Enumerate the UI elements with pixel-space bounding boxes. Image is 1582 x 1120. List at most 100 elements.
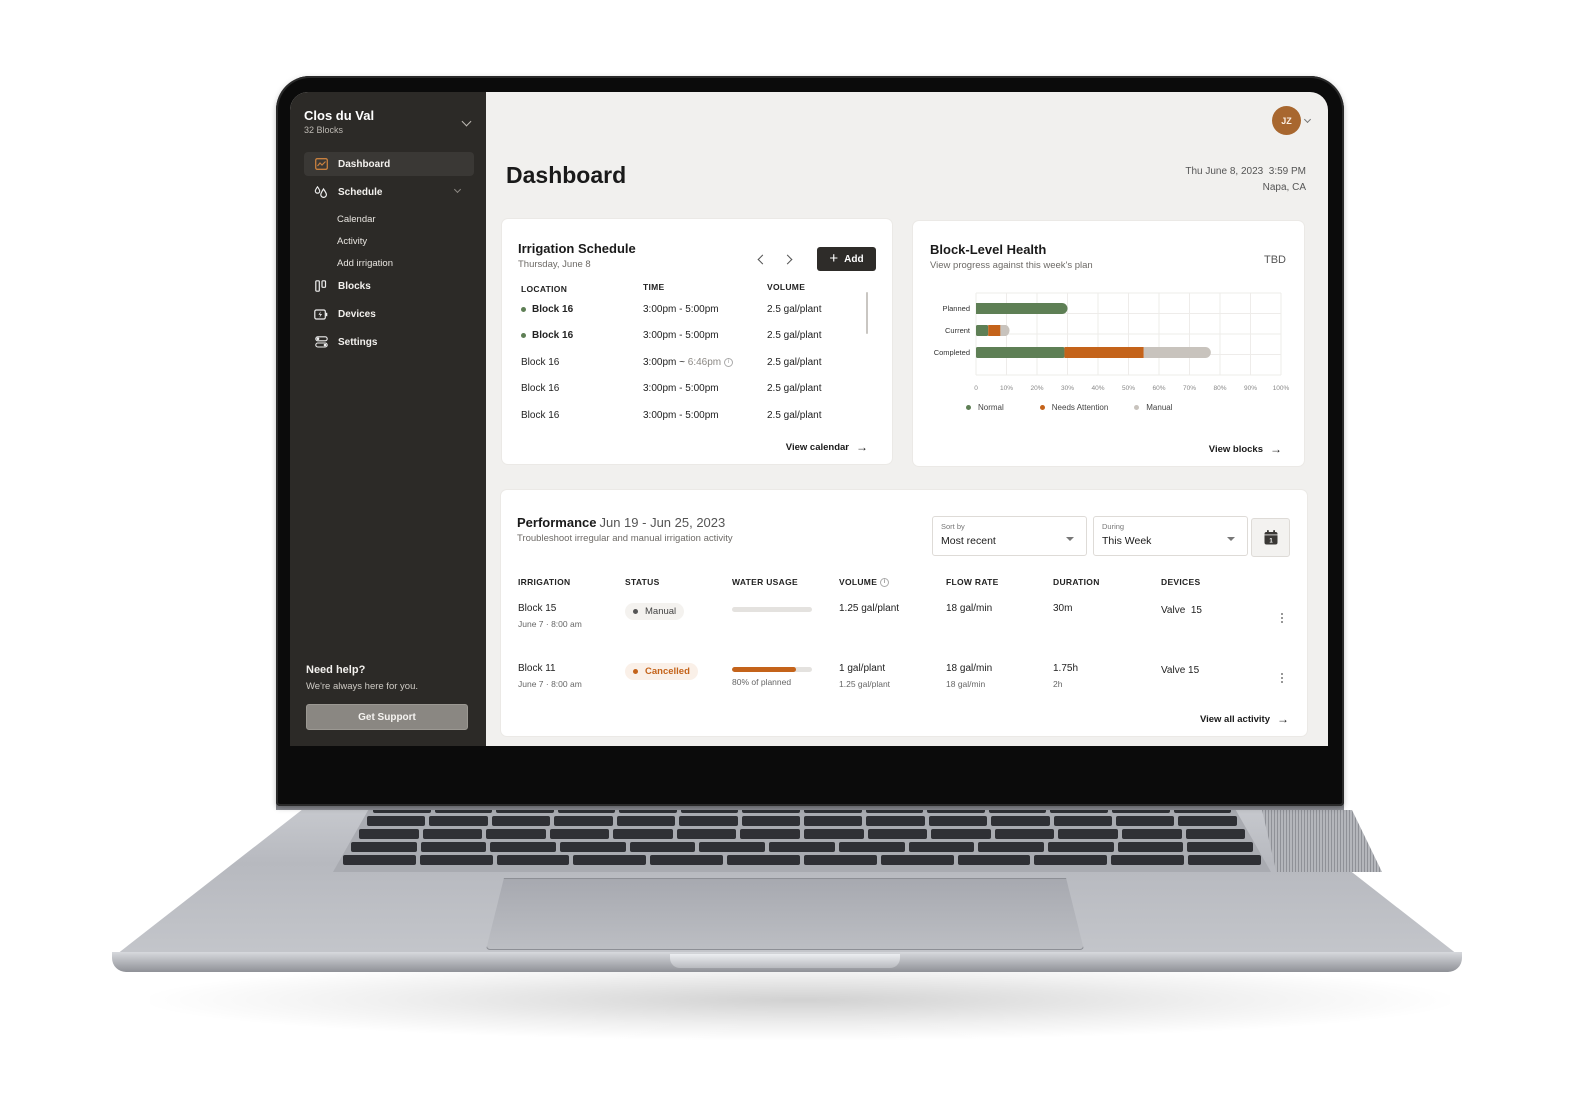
add-irrigation-button[interactable]: + Add (817, 247, 876, 271)
sort-by-select[interactable]: Sort by Most recent (932, 516, 1087, 556)
card-title: Performance (517, 515, 597, 530)
column-header: TIME (643, 282, 665, 292)
during-select[interactable]: During This Week (1093, 516, 1248, 556)
laptop-shadow (150, 960, 1450, 1040)
chevron-right-icon[interactable] (782, 254, 793, 264)
keyboard-key (804, 829, 864, 839)
category-label: Current (945, 326, 971, 335)
x-tick-label: 0 (974, 385, 978, 392)
sidebar-item-label: Dashboard (338, 158, 391, 170)
table-row[interactable]: Block 11 June 7 · 8:00 am Cancelled 80% of … (518, 659, 1293, 719)
keyboard-key (629, 842, 696, 852)
chevron-down-icon[interactable] (453, 185, 462, 194)
info-icon[interactable]: i (724, 357, 734, 367)
keyboard-key (1058, 829, 1118, 839)
chevron-left-icon[interactable] (757, 254, 768, 264)
more-options-icon[interactable] (1281, 673, 1283, 683)
view-all-activity-link[interactable]: View all activity → (1200, 712, 1289, 726)
keyboard-key (422, 829, 483, 839)
table-row[interactable]: Block 16 3:00pm ~ 6:46pm i 2.5 gal/plant (518, 349, 858, 376)
screen: Clos du Val 32 Blocks Dashboard Schedule… (290, 92, 1328, 746)
sidebar-subitem-activity[interactable]: Activity (304, 230, 474, 252)
org-switcher[interactable]: Clos du Val 32 Blocks (304, 108, 474, 135)
keyboard-key (1047, 842, 1114, 852)
legend-swatch (1134, 405, 1140, 410)
table-row[interactable]: Block 16 3:00pm - 5:00pm 2.5 gal/plant (518, 323, 858, 350)
volume-cell: 2.5 gal/plant (767, 330, 822, 342)
chevron-down-icon[interactable] (1303, 115, 1312, 123)
time-cell: 3:00pm - 5:00pm (643, 383, 719, 395)
more-options-icon[interactable] (1281, 613, 1283, 623)
user-menu[interactable]: JZ (1272, 106, 1312, 135)
water-usage-fill (732, 667, 796, 672)
keyboard-key (699, 842, 766, 852)
column-header-volume: VOLUME i (839, 576, 946, 588)
blocks-icon (314, 279, 328, 293)
volume-cell: 2.5 gal/plant (767, 383, 822, 395)
chevron-down-icon[interactable] (461, 116, 472, 127)
keyboard-row (351, 842, 1253, 852)
sidebar-item-dashboard[interactable]: Dashboard (304, 152, 474, 176)
water-usage-cell (732, 603, 839, 617)
keyboard-key (419, 855, 493, 865)
keyboard-key (486, 829, 546, 839)
sidebar-subitem-add-irrigation[interactable]: Add irrigation (304, 252, 474, 274)
keyboard-key (741, 816, 800, 826)
get-support-button[interactable]: Get Support (306, 704, 468, 730)
keyboard-row (367, 816, 1237, 826)
sidebar-item-devices[interactable]: Devices (304, 302, 474, 326)
card-subtitle: View progress against this week's plan (930, 260, 1093, 271)
keyboard-key (880, 855, 954, 865)
schedule-nav: + Add (757, 247, 876, 271)
sidebar-subitem-calendar[interactable]: Calendar (304, 208, 474, 230)
irrigation-schedule-card: Irrigation Schedule Thursday, June 8 + A… (502, 219, 892, 464)
info-icon[interactable]: i (880, 578, 890, 588)
bar-segment-square-edge (1143, 347, 1150, 358)
performance-card: Performance Jun 19 - Jun 25, 2023 Trouble… (501, 490, 1307, 736)
table-header: LOCATION TIME VOLUME (518, 282, 858, 296)
duration-actual: 1.75h (1053, 663, 1079, 674)
view-blocks-link[interactable]: View blocks → (1209, 442, 1282, 456)
status-badge: Cancelled (625, 663, 698, 680)
table-row[interactable]: Block 16 3:00pm - 5:00pm 2.5 gal/plant (518, 376, 858, 403)
table-row[interactable]: Block 16 3:00pm - 5:00pm 2.5 gal/plant (518, 296, 858, 323)
keyboard-key (676, 829, 737, 839)
status-label: Cancelled (645, 666, 690, 677)
calendar-button[interactable]: 1 (1251, 518, 1290, 557)
arrow-right-icon: → (1270, 442, 1282, 456)
keyboard-key (978, 842, 1044, 852)
column-header: IRRIGATION (518, 577, 571, 587)
arrow-right-icon: → (856, 440, 868, 454)
column-header: FLOW RATE (946, 577, 999, 587)
view-calendar-link[interactable]: View calendar → (786, 440, 868, 454)
sidebar-item-label: Schedule (338, 186, 383, 198)
category-label: Planned (942, 304, 970, 313)
table-row[interactable]: Block 15 June 7 · 8:00 am Manual 1.25 gal/p… (518, 599, 1293, 659)
water-usage-bar (732, 607, 812, 612)
sidebar-item-schedule[interactable]: Schedule (304, 180, 474, 204)
sidebar-item-settings[interactable]: Settings (304, 330, 474, 354)
flow-rate-cell: 18 gal/min (946, 603, 1053, 619)
column-header: VOLUME (839, 576, 878, 587)
laptop-keyboard (333, 806, 1271, 872)
laptop-trackpad (486, 878, 1084, 950)
org-block-count: 32 Blocks (304, 125, 344, 135)
volume-cell: 2.5 gal/plant (767, 303, 822, 315)
duration-planned: 2h (1053, 679, 1063, 689)
flow-actual: 18 gal/min (946, 663, 993, 674)
scrollbar[interactable] (866, 292, 868, 334)
keyboard-key (351, 842, 417, 852)
sidebar-item-blocks[interactable]: Blocks (304, 274, 474, 298)
keyboard-key (650, 855, 724, 865)
link-label: View blocks (1208, 443, 1263, 455)
time-cell: 3:00pm - 5:00pm (643, 409, 719, 421)
caret-down-icon (1227, 537, 1235, 541)
volume-actual: 1 gal/plant (839, 663, 886, 674)
performance-table: IRRIGATION STATUS WATER USAGE VOLUME i FL… (518, 575, 1293, 719)
avatar[interactable]: JZ (1272, 106, 1301, 135)
status-cell: Manual (625, 603, 732, 620)
table-row[interactable]: Block 16 3:00pm - 5:00pm 2.5 gal/plant (518, 402, 858, 429)
x-tick-label: 80% (1213, 385, 1226, 392)
volume-planned: 1.25 gal/plant (839, 679, 891, 689)
legend-swatch (1039, 405, 1045, 410)
